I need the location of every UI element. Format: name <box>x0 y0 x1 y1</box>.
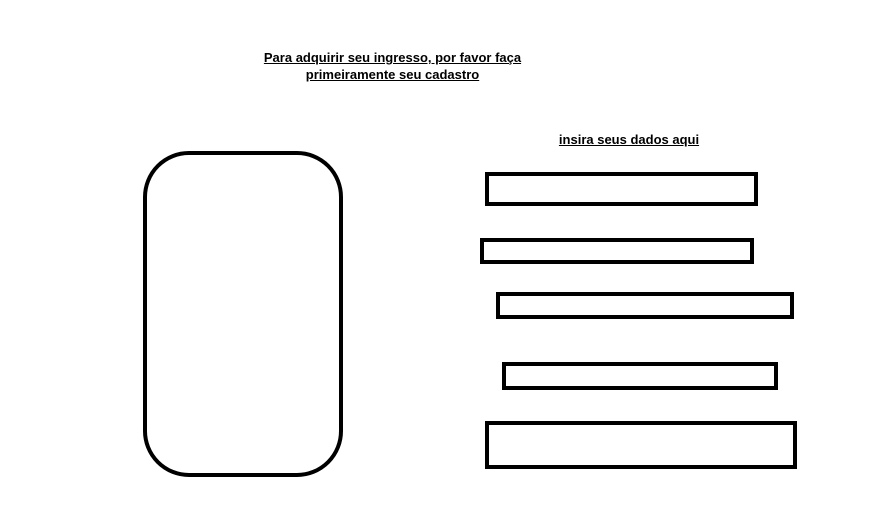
page-title: Para adquirir seu ingresso, por favor fa… <box>240 49 545 83</box>
registration-field-5[interactable] <box>485 421 797 469</box>
registration-field-3[interactable] <box>496 292 794 319</box>
form-caption: insira seus dados aqui <box>558 132 700 147</box>
image-placeholder <box>143 151 343 477</box>
registration-field-1[interactable] <box>485 172 758 206</box>
registration-field-4[interactable] <box>502 362 778 390</box>
registration-field-2[interactable] <box>480 238 754 264</box>
page-title-line-2: primeiramente seu cadastro <box>305 67 480 82</box>
page-title-line-1: Para adquirir seu ingresso, por favor fa… <box>263 50 522 65</box>
